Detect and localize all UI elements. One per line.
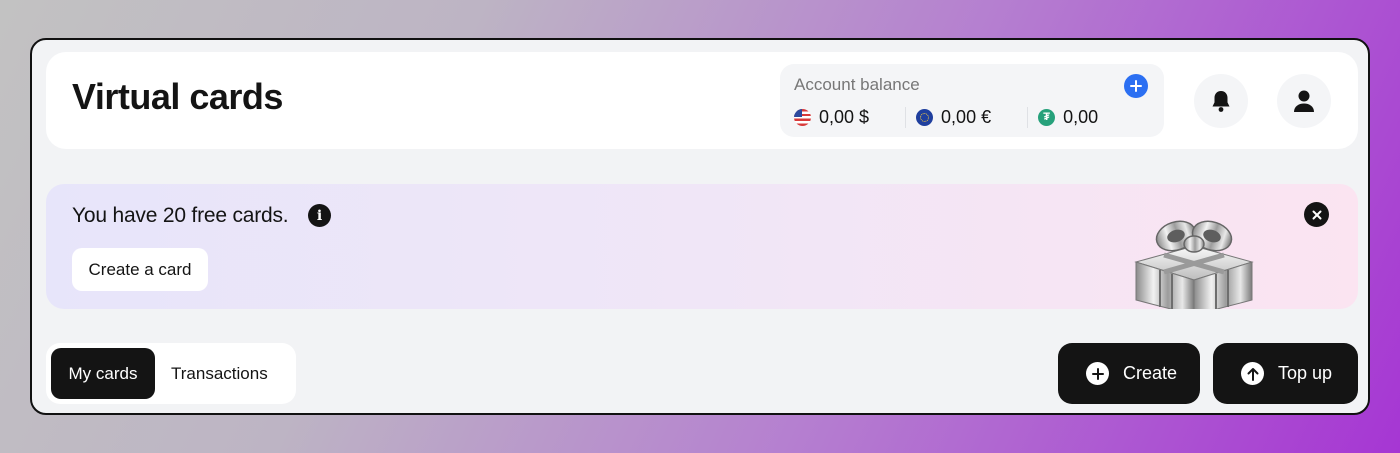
currency-usd: 0,00 $ <box>794 107 905 128</box>
plus-circle-icon <box>1086 362 1109 385</box>
gift-box-image <box>1134 220 1254 309</box>
currency-list: 0,00 $ 0,00 € ₮ 0,00 <box>794 102 1134 132</box>
eu-flag-icon <box>916 108 934 126</box>
us-flag-icon <box>794 108 811 126</box>
balance-eur: 0,00 € <box>941 106 992 127</box>
top-up-button[interactable]: Top up <box>1213 343 1358 404</box>
tab-transactions[interactable]: Transactions <box>155 348 284 399</box>
currency-usdt: ₮ 0,00 <box>1027 106 1134 128</box>
app-window: Virtual cards Account balance 0,00 $ 0,0… <box>30 38 1370 415</box>
account-balance-panel: Account balance 0,00 $ 0,00 € ₮ 0,00 <box>780 64 1164 137</box>
tab-my-cards[interactable]: My cards <box>51 348 155 399</box>
create-button[interactable]: Create <box>1058 343 1200 404</box>
currency-eur: 0,00 € <box>905 106 1027 128</box>
arrow-up-circle-icon <box>1241 362 1264 385</box>
info-icon[interactable]: i <box>308 204 331 227</box>
close-icon <box>1312 210 1321 219</box>
header: Virtual cards Account balance 0,00 $ 0,0… <box>46 52 1358 149</box>
page-title: Virtual cards <box>72 76 283 117</box>
usdt-icon: ₮ <box>1038 108 1056 126</box>
profile-button[interactable] <box>1277 74 1331 128</box>
top-up-button-label: Top up <box>1278 363 1333 383</box>
free-cards-banner: You have 20 free cards. i Create a card <box>46 184 1358 309</box>
add-funds-button[interactable] <box>1124 74 1148 98</box>
user-icon <box>1294 90 1314 112</box>
free-cards-message: You have 20 free cards. <box>72 204 289 227</box>
create-button-label: Create <box>1123 363 1178 383</box>
view-tabs: My cards Transactions <box>46 343 296 404</box>
balance-usd: 0,00 $ <box>819 106 870 127</box>
bell-icon <box>1212 91 1230 112</box>
close-banner-button[interactable] <box>1304 202 1329 227</box>
account-balance-label: Account balance <box>794 75 920 94</box>
plus-icon <box>1130 80 1142 92</box>
create-card-button[interactable]: Create a card <box>72 248 208 291</box>
notifications-button[interactable] <box>1194 74 1248 128</box>
balance-usdt: 0,00 <box>1063 106 1099 127</box>
